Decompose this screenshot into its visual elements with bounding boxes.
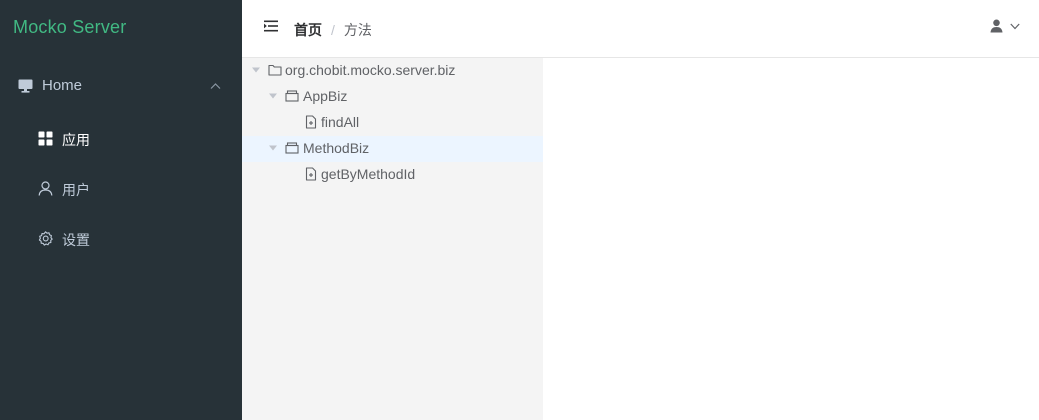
app: Mocko Server Home 应用 用户 设置 首页 / 方法 org.c… [0,0,1039,420]
folder-icon [268,64,282,76]
menu-fold-icon[interactable] [264,20,278,32]
tree-node-root[interactable]: org.chobit.mocko.server.biz [242,58,543,84]
chevron-up-icon[interactable] [210,82,221,90]
sidebar-item-users[interactable]: 用户 [0,164,242,214]
breadcrumb-home[interactable]: 首页 [294,22,322,38]
tree-node-method[interactable]: findAll [242,110,543,136]
caret-down-icon[interactable] [252,67,260,73]
sidebar-item-label: 设置 [62,232,90,248]
sidebar-item-label: 应用 [62,132,90,148]
monitor-icon [18,79,33,93]
gear-icon [38,231,53,246]
tree-node-label: MethodBiz [303,140,370,156]
app-logo[interactable]: Mocko Server [13,17,126,38]
grid-icon [38,131,53,146]
tree-node-label: AppBiz [303,88,348,104]
box-icon [285,90,299,102]
sidebar-menu-home[interactable]: Home [0,62,242,110]
tree-node-method[interactable]: getByMethodId [242,162,543,188]
chevron-down-icon [1010,23,1020,30]
document-icon [305,167,317,181]
user-dropdown[interactable] [990,18,1026,36]
tree-node-class[interactable]: AppBiz [242,84,543,110]
document-icon [305,115,317,129]
box-icon [285,142,299,154]
caret-down-icon[interactable] [269,145,277,151]
breadcrumb-separator: / [331,22,335,38]
breadcrumb: 首页 / 方法 [294,20,372,40]
caret-down-icon[interactable] [269,93,277,99]
method-tree: org.chobit.mocko.server.biz AppBiz findA… [242,58,543,420]
top-header: 首页 / 方法 [242,0,1039,58]
tree-node-class[interactable]: MethodBiz [242,136,543,162]
tree-node-label: org.chobit.mocko.server.biz [285,62,456,78]
sidebar-item-apps[interactable]: 应用 [0,114,242,164]
user-avatar-icon [990,19,1003,33]
sidebar-home-label: Home [42,77,83,94]
breadcrumb-current: 方法 [343,22,372,38]
tree-node-label: getByMethodId [321,166,416,182]
sidebar-item-label: 用户 [62,182,90,198]
main-content [543,58,1039,420]
sidebar: Mocko Server Home 应用 用户 设置 [0,0,242,420]
user-icon [38,181,53,196]
tree-node-label: findAll [321,114,360,130]
sidebar-item-settings[interactable]: 设置 [0,214,242,264]
